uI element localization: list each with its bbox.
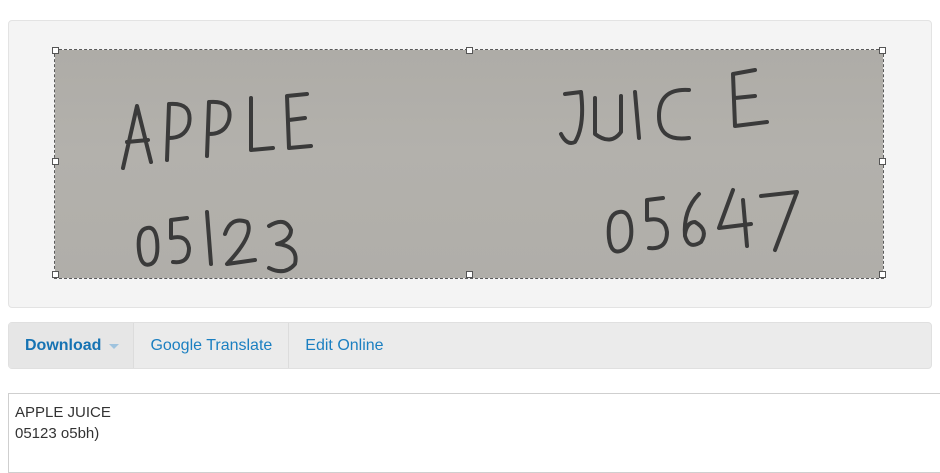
handwritten-note-image (121, 68, 799, 274)
crop-handle-bottom-left[interactable] (52, 271, 59, 278)
chevron-down-icon (109, 344, 120, 349)
download-button[interactable]: Download (9, 323, 135, 368)
ocr-result-textarea[interactable]: APPLE JUICE 05123 o5bh) (8, 393, 940, 473)
crop-handle-middle-right[interactable] (879, 158, 886, 165)
google-translate-button[interactable]: Google Translate (134, 323, 290, 368)
result-toolbar: Download Google Translate Edit Online (8, 322, 932, 369)
download-label: Download (25, 336, 102, 354)
crop-handle-middle-left[interactable] (52, 158, 59, 165)
crop-handle-bottom-center[interactable] (466, 271, 473, 278)
edit-online-button[interactable]: Edit Online (289, 323, 399, 368)
crop-handle-top-center[interactable] (466, 47, 473, 54)
edit-online-label: Edit Online (305, 336, 384, 354)
crop-selection[interactable] (54, 49, 884, 279)
crop-handle-top-right[interactable] (879, 47, 886, 54)
image-preview-panel (8, 20, 932, 308)
crop-handle-top-left[interactable] (52, 47, 59, 54)
google-translate-label: Google Translate (150, 336, 273, 354)
crop-handle-bottom-right[interactable] (879, 271, 886, 278)
